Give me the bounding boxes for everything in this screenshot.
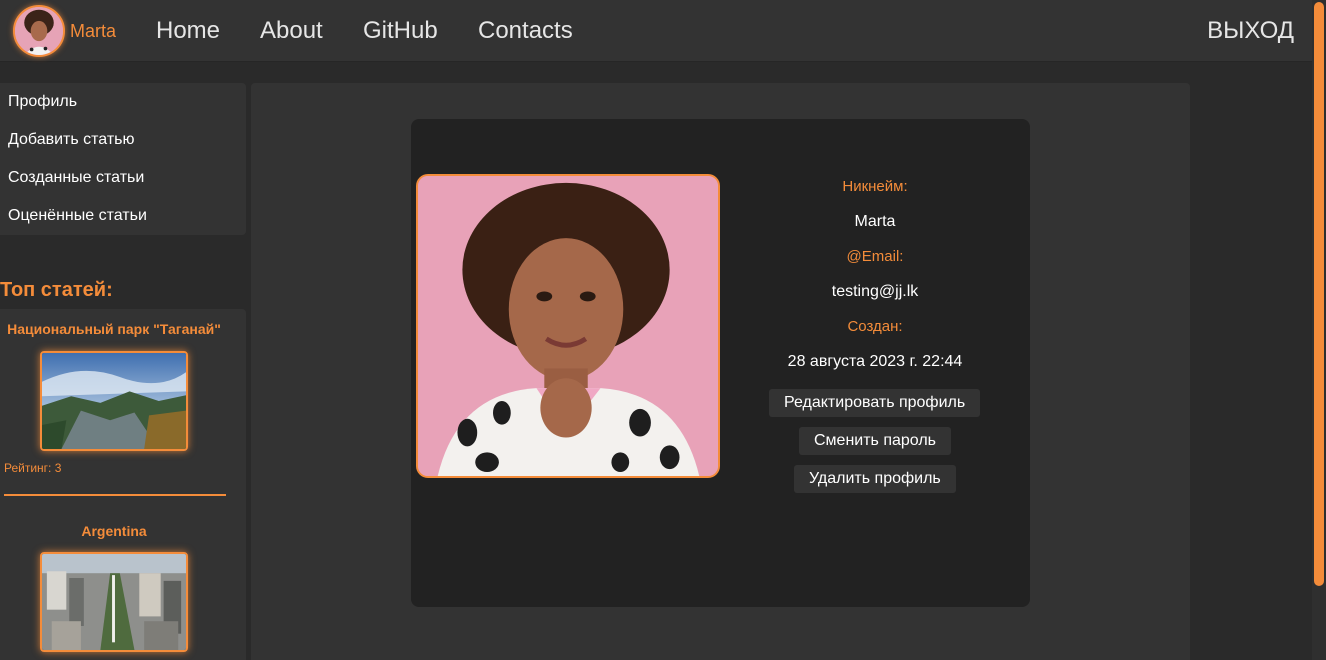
sidebar-item-created-articles[interactable]: Созданные статьи <box>0 159 246 197</box>
top-article-title[interactable]: Национальный парк "Таганай" <box>0 321 228 337</box>
delete-profile-button[interactable]: Удалить профиль <box>794 465 956 493</box>
top-articles-list: Национальный парк "Таганай" Рейтинг: 3 A… <box>0 309 246 660</box>
top-article-title[interactable]: Argentina <box>0 523 228 539</box>
profile-photo <box>416 174 720 478</box>
main-content: Никнейм: Marta @Email: testing@jj.lk Соз… <box>251 83 1190 660</box>
profile-photo-image <box>418 176 718 476</box>
mountain-landscape-image <box>42 353 186 449</box>
nickname-label: Никнейм: <box>842 178 908 195</box>
sidebar-menu: Профиль Добавить статью Созданные статьи… <box>0 83 246 235</box>
nav-contacts[interactable]: Contacts <box>478 17 573 45</box>
avatar-image <box>15 7 63 55</box>
top-article-image[interactable] <box>40 351 188 451</box>
email-value: testing@jj.lk <box>831 283 919 300</box>
logout-link[interactable]: ВЫХОД <box>1207 17 1294 45</box>
nav-github[interactable]: GitHub <box>363 17 438 45</box>
nav-home[interactable]: Home <box>156 17 220 45</box>
created-value: 28 августа 2023 г. 22:44 <box>787 353 963 370</box>
top-articles-heading: Топ статей: <box>0 279 113 301</box>
email-label: @Email: <box>846 248 904 265</box>
created-label: Создан: <box>847 318 903 335</box>
change-password-button[interactable]: Сменить пароль <box>799 427 952 455</box>
edit-profile-button[interactable]: Редактировать профиль <box>769 389 981 417</box>
sidebar-item-profile[interactable]: Профиль <box>0 83 246 121</box>
sidebar-item-rated-articles[interactable]: Оценённые статьи <box>0 197 246 235</box>
profile-info: Никнейм: Marta @Email: testing@jj.lk Соз… <box>760 177 990 387</box>
scrollbar-thumb[interactable] <box>1314 2 1324 586</box>
nickname-value: Marta <box>854 213 896 230</box>
user-name-link[interactable]: Marta <box>70 21 116 42</box>
top-article-rating: Рейтинг: 3 <box>4 461 62 475</box>
top-article-image[interactable] <box>40 552 188 652</box>
top-navbar: Marta Home About GitHub Contacts ВЫХОД <box>0 0 1312 62</box>
user-avatar[interactable] <box>13 5 65 57</box>
city-aerial-image <box>42 554 186 650</box>
page: Marta Home About GitHub Contacts ВЫХОД П… <box>0 0 1326 660</box>
profile-card: Никнейм: Marta @Email: testing@jj.lk Соз… <box>411 119 1030 607</box>
divider <box>4 494 226 496</box>
nav-about[interactable]: About <box>260 17 323 45</box>
sidebar-item-add-article[interactable]: Добавить статью <box>0 121 246 159</box>
